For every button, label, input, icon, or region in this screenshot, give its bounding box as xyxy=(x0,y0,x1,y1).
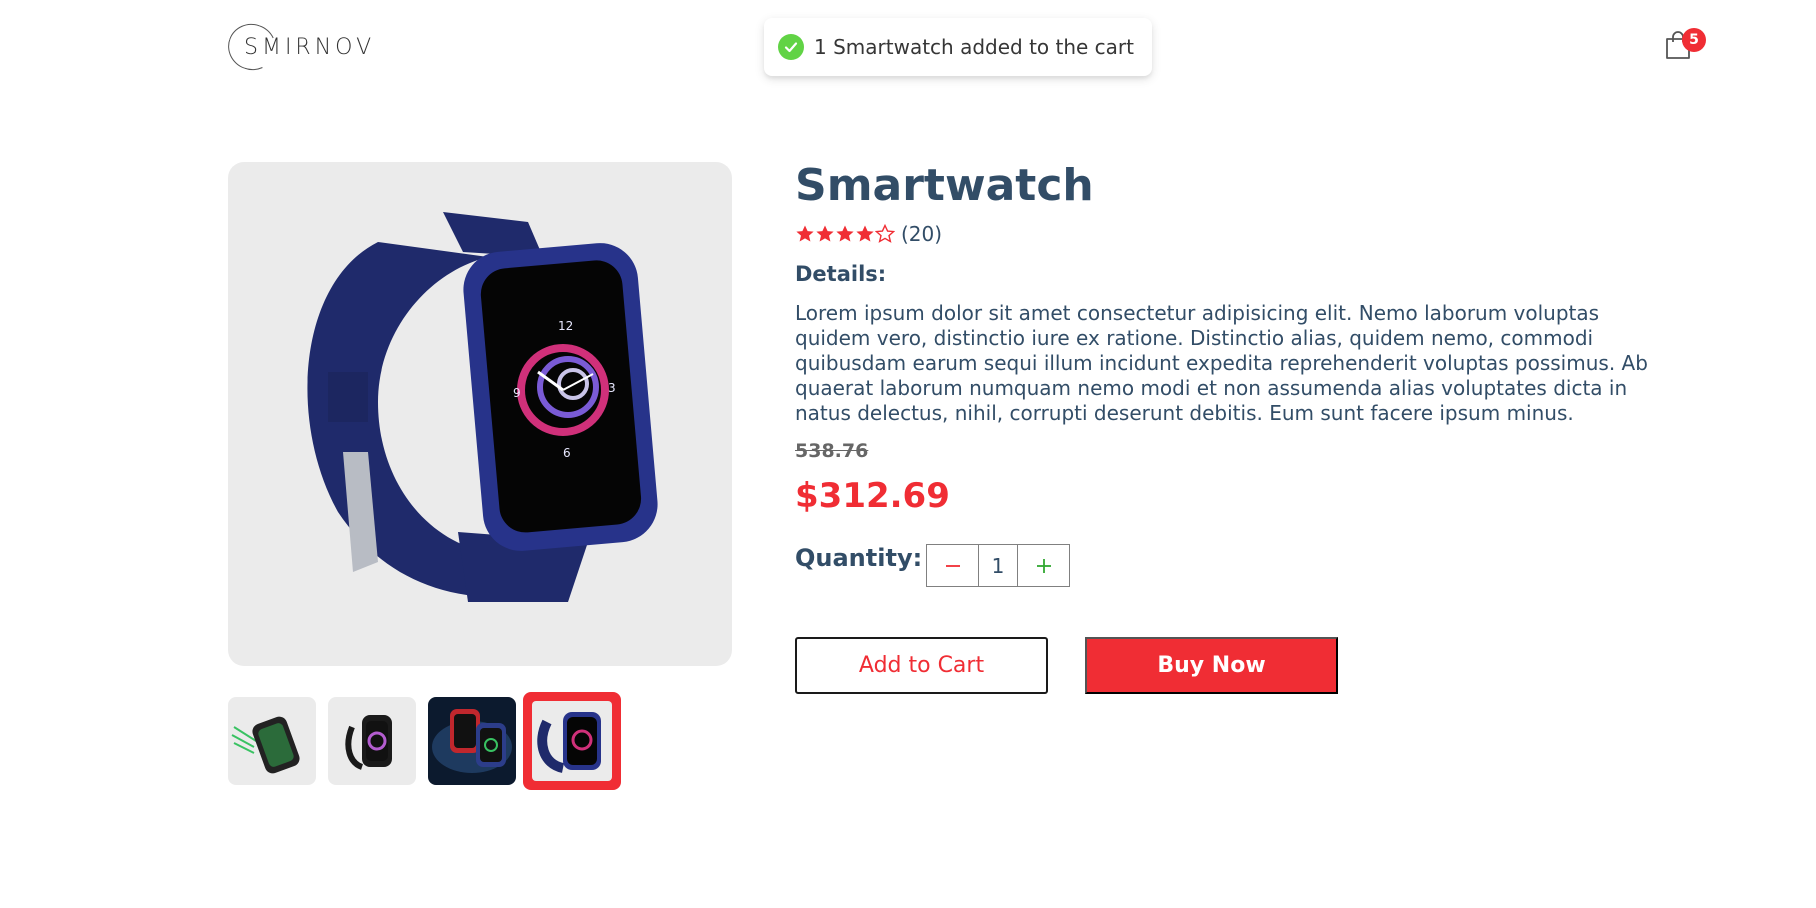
quantity-label: Quantity: xyxy=(795,544,923,572)
cart-count-badge: 5 xyxy=(1682,28,1706,52)
review-count: (20) xyxy=(901,222,943,246)
thumbnail-green-smartwatch[interactable] xyxy=(228,697,316,785)
add-to-cart-button[interactable]: Add to Cart xyxy=(795,637,1048,694)
minus-icon xyxy=(945,564,960,567)
product-main-image: 12 6 9 3 xyxy=(228,162,732,666)
check-circle-icon xyxy=(778,34,804,60)
cart-button[interactable]: 5 xyxy=(1660,28,1706,62)
svg-text:12: 12 xyxy=(558,319,573,333)
current-price: $312.69 xyxy=(795,476,950,516)
svg-text:3: 3 xyxy=(608,381,616,395)
old-price: 538.76 xyxy=(795,440,869,462)
thumbnail-black-smartwatch[interactable] xyxy=(328,697,416,785)
toast-notification: 1 Smartwatch added to the cart xyxy=(764,18,1152,76)
buy-now-button[interactable]: Buy Now xyxy=(1085,637,1338,694)
quantity-stepper: 1 xyxy=(926,544,1070,587)
product-rating: (20) xyxy=(795,222,942,246)
product-description: Lorem ipsum dolor sit amet consectetur a… xyxy=(795,301,1648,425)
toast-message: 1 Smartwatch added to the cart xyxy=(814,35,1134,59)
star-filled-icon xyxy=(796,225,814,242)
star-filled-icon xyxy=(836,225,854,242)
svg-text:6: 6 xyxy=(563,446,571,460)
brand-logo[interactable]: SMIRNOV xyxy=(221,17,371,77)
quantity-increase-button[interactable] xyxy=(1017,545,1069,586)
details-label: Details: xyxy=(795,262,887,286)
logo-text: SMIRNOV xyxy=(244,34,376,60)
quantity-decrease-button[interactable] xyxy=(927,545,979,586)
product-title: Smartwatch xyxy=(795,160,1094,211)
star-filled-icon xyxy=(856,225,874,242)
star-filled-icon xyxy=(816,225,834,242)
thumbnail-red-smartwatch-set[interactable] xyxy=(428,697,516,785)
plus-icon xyxy=(1036,558,1051,573)
svg-text:9: 9 xyxy=(513,386,521,400)
thumbnail-blue-smartwatch[interactable] xyxy=(523,692,621,790)
quantity-value: 1 xyxy=(991,553,1005,578)
star-outline-icon xyxy=(875,224,895,243)
navbar: SMIRNOV 1 Smartwatch added to the cart 5 xyxy=(0,0,1816,92)
